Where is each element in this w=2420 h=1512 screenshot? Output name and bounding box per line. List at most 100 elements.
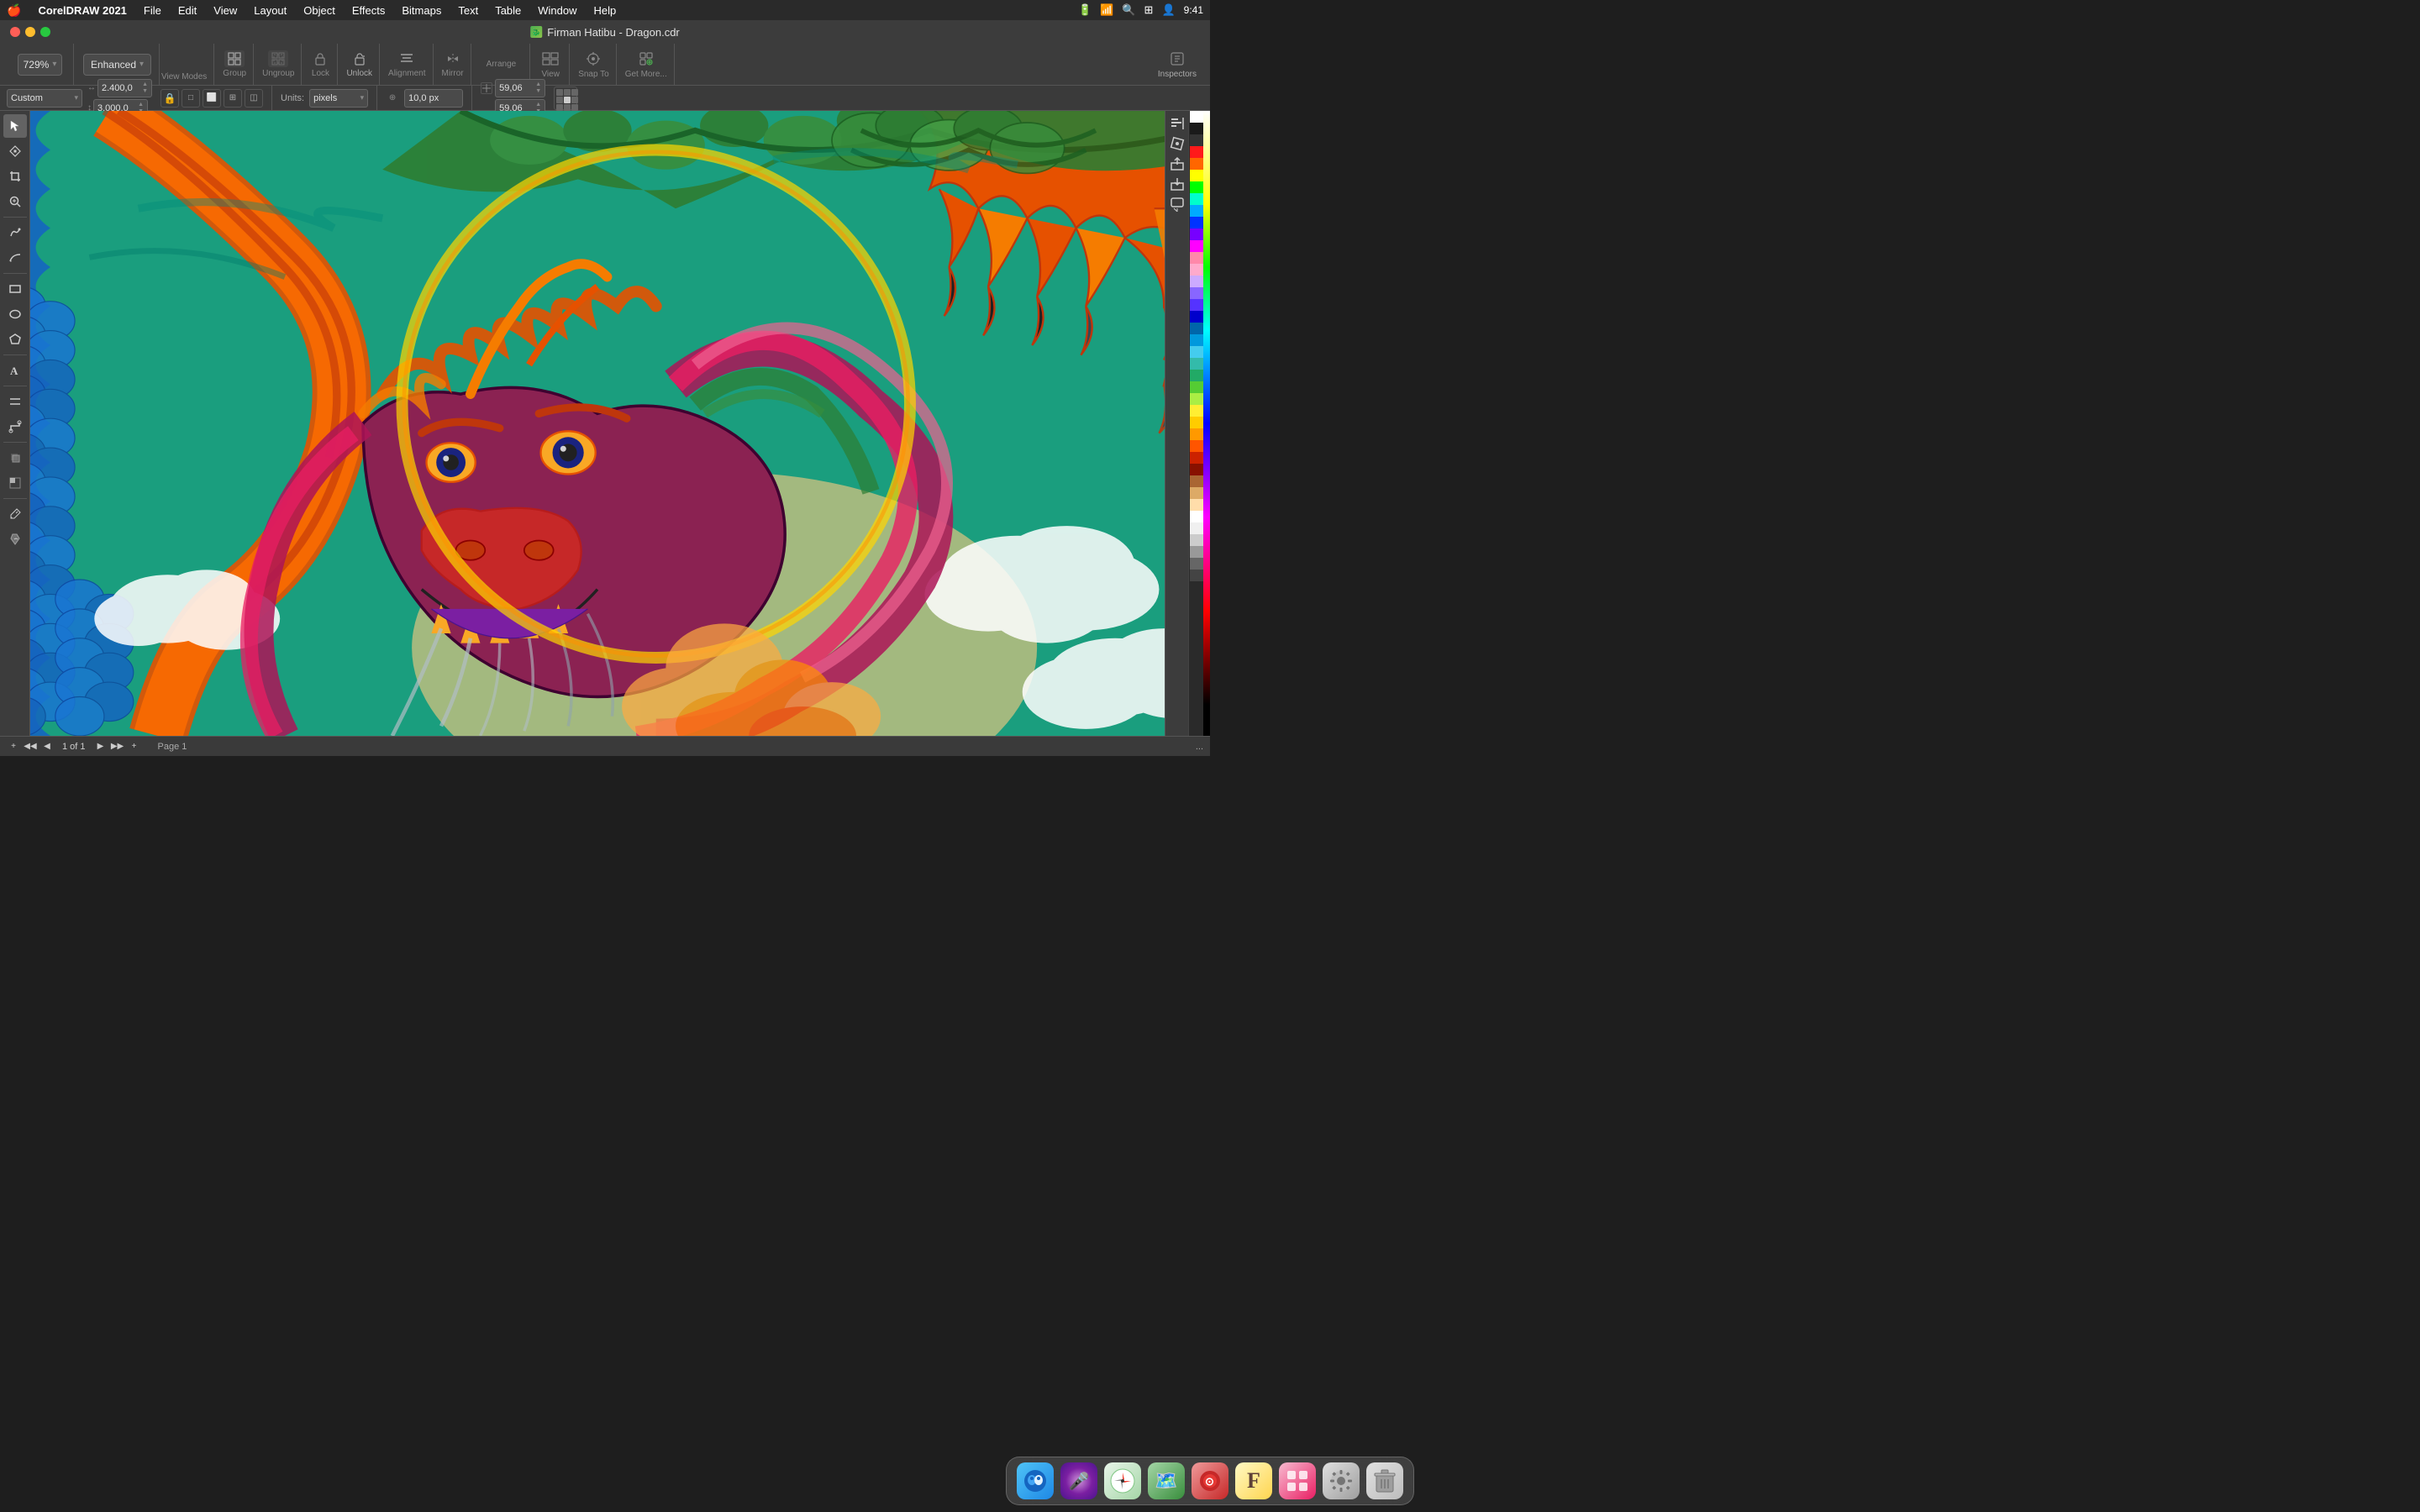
dock-red-app[interactable]: ⊙ <box>1192 1462 1228 1499</box>
next-page-single-btn[interactable]: ▶ <box>94 740 108 753</box>
color-swatch-cyan[interactable] <box>1190 346 1203 358</box>
color-swatch-silver[interactable] <box>1190 534 1203 546</box>
units-dropdown[interactable]: pixels ▾ <box>309 89 368 108</box>
color-swatch-crimson[interactable] <box>1190 452 1203 464</box>
no-color-swatch[interactable] <box>1190 111 1203 123</box>
bleed-btn[interactable]: ⊞ <box>224 89 242 108</box>
search-icon[interactable]: 🔍 <box>1122 3 1135 17</box>
shadow-tool[interactable] <box>3 446 27 470</box>
page-size-btn[interactable]: □ <box>182 89 200 108</box>
color-swatch-seafoam[interactable] <box>1190 358 1203 370</box>
fill-tool[interactable] <box>3 528 27 551</box>
right-import-btn[interactable] <box>1168 175 1186 193</box>
menu-text[interactable]: Text <box>455 4 481 17</box>
control-center-icon[interactable]: ⊞ <box>1144 3 1154 17</box>
color-swatch-vermillion[interactable] <box>1190 440 1203 452</box>
dock-finder[interactable] <box>1017 1462 1054 1499</box>
unlock-btn[interactable] <box>350 50 370 67</box>
lock-btn[interactable] <box>310 50 330 67</box>
color-swatch-teal[interactable] <box>1190 193 1203 205</box>
color-swatch-brown[interactable] <box>1190 475 1203 487</box>
landscape-btn[interactable]: ⬜ <box>203 89 221 108</box>
menu-table[interactable]: Table <box>492 4 524 17</box>
dock-fontbook[interactable]: F <box>1235 1462 1272 1499</box>
color-swatch-yellowgreen[interactable] <box>1190 393 1203 405</box>
view-btn[interactable] <box>539 50 562 68</box>
dock-trash[interactable] <box>1366 1462 1403 1499</box>
color-swatch-dark[interactable] <box>1190 134 1203 146</box>
status-more-btn[interactable]: ... <box>1196 742 1203 752</box>
smart-draw-tool[interactable] <box>3 246 27 270</box>
menu-window[interactable]: Window <box>534 4 580 17</box>
color-swatch-black[interactable] <box>1190 123 1203 134</box>
color-swatch-purple[interactable] <box>1190 228 1203 240</box>
crop-tool[interactable] <box>3 165 27 188</box>
color-swatch-lavender[interactable] <box>1190 276 1203 287</box>
mirror-btn[interactable] <box>443 50 463 67</box>
right-export-btn[interactable] <box>1168 155 1186 173</box>
lock-aspect-btn[interactable]: 🔒 <box>160 89 179 108</box>
color-swatch-yellow[interactable] <box>1190 170 1203 181</box>
color-swatch-indigo[interactable] <box>1190 299 1203 311</box>
color-swatch-amber[interactable] <box>1190 417 1203 428</box>
add-page-btn[interactable]: + <box>7 740 20 753</box>
dock-siri[interactable]: 🎤 <box>1060 1462 1097 1499</box>
text-tool[interactable]: A <box>3 359 27 382</box>
dock-safari[interactable] <box>1104 1462 1141 1499</box>
next-last-page-btn[interactable]: ▶▶ <box>111 740 124 753</box>
color-swatch-offwhite[interactable] <box>1190 522 1203 534</box>
color-swatch-emerald[interactable] <box>1190 370 1203 381</box>
color-swatch-peach[interactable] <box>1190 499 1203 511</box>
add-page2-btn[interactable]: + <box>128 740 141 753</box>
zoom-tool[interactable] <box>3 190 27 213</box>
x-up[interactable]: ▲ <box>535 81 541 87</box>
menu-view[interactable]: View <box>210 4 240 17</box>
width-input[interactable]: 2.400,0 ▲ ▼ <box>97 79 152 97</box>
y-up[interactable]: ▲ <box>535 102 541 108</box>
color-swatch-darkorange[interactable] <box>1190 428 1203 440</box>
menu-effects[interactable]: Effects <box>349 4 389 17</box>
dock-launchpad[interactable] <box>1279 1462 1316 1499</box>
prev-page-single-btn[interactable]: ◀ <box>40 740 54 753</box>
color-swatch-orange[interactable] <box>1190 158 1203 170</box>
prev-page-btn[interactable]: ◀◀ <box>24 740 37 753</box>
color-swatch-green[interactable] <box>1190 181 1203 193</box>
rectangle-tool[interactable] <box>3 277 27 301</box>
x-input[interactable]: 59,06 ▲ ▼ <box>495 79 545 97</box>
group-icon[interactable] <box>224 50 245 67</box>
eyedropper-tool[interactable] <box>3 502 27 526</box>
transparency-tool[interactable] <box>3 471 27 495</box>
snap-to-btn[interactable] <box>581 50 605 68</box>
right-comment-btn[interactable] <box>1168 195 1186 213</box>
dock-preferences[interactable] <box>1323 1462 1360 1499</box>
color-swatch-maroon[interactable] <box>1190 464 1203 475</box>
zoom-selector[interactable]: 729% ▾ <box>18 54 63 76</box>
color-swatch-darkgray[interactable] <box>1190 558 1203 570</box>
menu-edit[interactable]: Edit <box>175 4 200 17</box>
freehand-tool[interactable] <box>3 221 27 244</box>
right-transform-btn[interactable] <box>1168 134 1186 153</box>
menu-layout[interactable]: Layout <box>250 4 290 17</box>
connector-tool[interactable] <box>3 415 27 438</box>
safe-area-btn[interactable]: ◫ <box>245 89 263 108</box>
color-spectrum-bar[interactable] <box>1203 111 1210 736</box>
color-swatch-gold[interactable] <box>1190 405 1203 417</box>
node-edit-tool[interactable] <box>3 139 27 163</box>
view-mode-selector[interactable]: Enhanced ▾ <box>83 54 151 76</box>
height-up[interactable]: ▲ <box>138 102 144 108</box>
preset-dropdown[interactable]: Custom ▾ <box>7 89 82 108</box>
maximize-button[interactable] <box>40 27 50 37</box>
color-swatch-white[interactable] <box>1190 511 1203 522</box>
ungroup-icon[interactable] <box>268 50 288 67</box>
apple-menu[interactable]: 🍎 <box>7 3 21 18</box>
canvas-area[interactable] <box>30 111 1165 736</box>
color-swatch-tan[interactable] <box>1190 487 1203 499</box>
color-swatch-charcoal[interactable] <box>1190 570 1203 581</box>
color-swatch-gray[interactable] <box>1190 546 1203 558</box>
color-swatch-cobalt[interactable] <box>1190 323 1203 334</box>
close-button[interactable] <box>10 27 20 37</box>
x-down[interactable]: ▼ <box>535 88 541 94</box>
minimize-button[interactable] <box>25 27 35 37</box>
color-swatch-darkblue[interactable] <box>1190 217 1203 228</box>
width-down[interactable]: ▼ <box>142 88 148 94</box>
